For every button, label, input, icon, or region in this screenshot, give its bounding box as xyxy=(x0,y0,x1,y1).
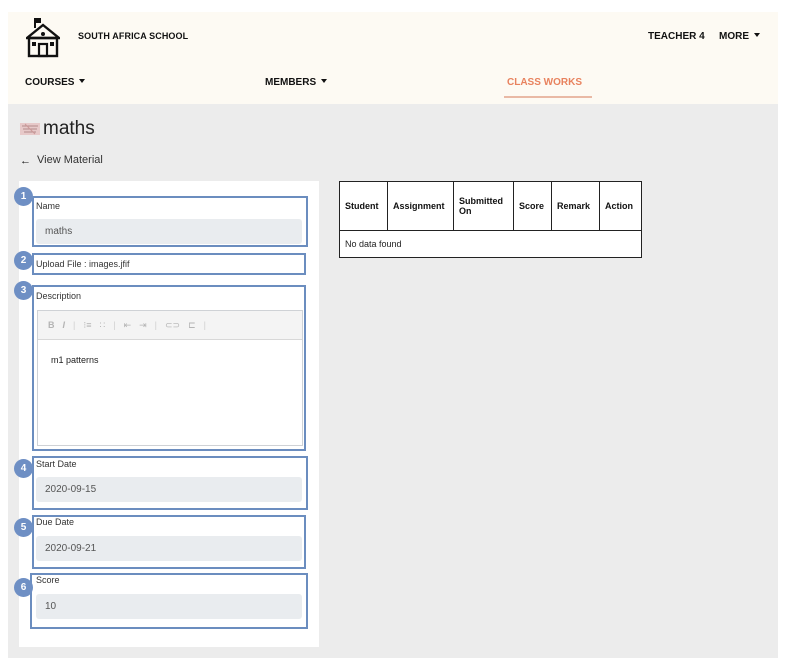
start-date-field[interactable]: 2020-09-15 xyxy=(36,477,302,502)
link-icon[interactable]: ⊂⊃ xyxy=(165,320,180,331)
annotation-badge-6: 6 xyxy=(14,578,33,597)
toolbar-separator: | xyxy=(203,320,206,330)
view-material-link[interactable]: View Material xyxy=(37,154,103,166)
upload-file-label[interactable]: Upload File : images.jfif xyxy=(36,259,130,269)
nav-members-label: MEMBERS xyxy=(265,77,317,88)
description-label: Description xyxy=(36,291,82,301)
more-menu[interactable]: MORE xyxy=(719,31,760,42)
nav-members[interactable]: MEMBERS xyxy=(265,77,328,88)
empty-table-message: No data found xyxy=(339,230,642,258)
school-building-icon[interactable] xyxy=(26,18,60,58)
chevron-down-icon xyxy=(79,79,86,83)
active-tab-indicator xyxy=(504,96,592,98)
annotation-badge-4: 4 xyxy=(14,459,33,478)
annotation-badge-2: 2 xyxy=(14,251,33,270)
name-label: Name xyxy=(36,201,61,211)
table-header-row: Student Assignment Submitted On Score Re… xyxy=(339,181,642,231)
column-header-score: Score xyxy=(513,181,552,231)
score-field[interactable]: 10 xyxy=(36,594,302,619)
column-header-action: Action xyxy=(599,181,642,231)
chevron-down-icon xyxy=(754,33,760,37)
start-date-label: Start Date xyxy=(36,459,77,469)
school-name[interactable]: SOUTH AFRICA SCHOOL xyxy=(78,31,188,41)
description-text[interactable]: m1 patterns xyxy=(51,355,99,365)
due-date-field[interactable]: 2020-09-21 xyxy=(36,536,302,561)
indent-icon[interactable]: ⇥ xyxy=(139,320,147,331)
page-title: maths xyxy=(43,118,95,139)
main-content: maths ← View Material Name maths 1 Uploa… xyxy=(8,104,778,658)
more-label: MORE xyxy=(719,31,749,42)
chevron-down-icon xyxy=(321,79,328,83)
column-header-student: Student xyxy=(339,181,388,231)
ordered-list-icon[interactable]: ⁝≡ xyxy=(83,320,91,331)
due-date-label: Due Date xyxy=(36,517,75,527)
column-header-assignment: Assignment xyxy=(387,181,454,231)
nav-classworks[interactable]: CLASS WORKS xyxy=(507,77,582,88)
annotation-badge-1: 1 xyxy=(14,187,33,206)
user-menu[interactable]: TEACHER 4 xyxy=(648,31,705,42)
toolbar-separator: | xyxy=(113,320,116,330)
table-row: No data found xyxy=(339,230,642,258)
nav-courses-label: COURSES xyxy=(25,77,75,88)
annotation-badge-5: 5 xyxy=(14,518,33,537)
nav-courses[interactable]: COURSES xyxy=(25,77,86,88)
score-label: Score xyxy=(36,575,60,585)
back-arrow-icon[interactable]: ← xyxy=(20,155,31,167)
bold-icon[interactable]: B xyxy=(48,320,55,330)
column-header-submitted-on: Submitted On xyxy=(453,181,514,231)
material-thumbnail-icon xyxy=(20,123,40,135)
unlink-icon[interactable]: ⊏ xyxy=(188,320,196,331)
toolbar-separator: | xyxy=(73,320,76,330)
unordered-list-icon[interactable]: ∷ xyxy=(99,320,105,331)
italic-icon[interactable]: I xyxy=(63,320,66,330)
annotation-badge-3: 3 xyxy=(14,281,33,300)
toolbar-separator: | xyxy=(154,320,157,330)
outdent-icon[interactable]: ⇤ xyxy=(124,320,132,331)
name-field[interactable]: maths xyxy=(36,219,302,244)
editor-toolbar: B I | ⁝≡ ∷ | ⇤ ⇥ | ⊂⊃ ⊏ | xyxy=(38,311,302,340)
description-editor[interactable]: B I | ⁝≡ ∷ | ⇤ ⇥ | ⊂⊃ ⊏ | m1 patterns xyxy=(37,310,303,446)
column-header-remark: Remark xyxy=(551,181,600,231)
submissions-table: Student Assignment Submitted On Score Re… xyxy=(339,181,642,258)
top-header: SOUTH AFRICA SCHOOL TEACHER 4 MORE COURS… xyxy=(8,12,778,104)
